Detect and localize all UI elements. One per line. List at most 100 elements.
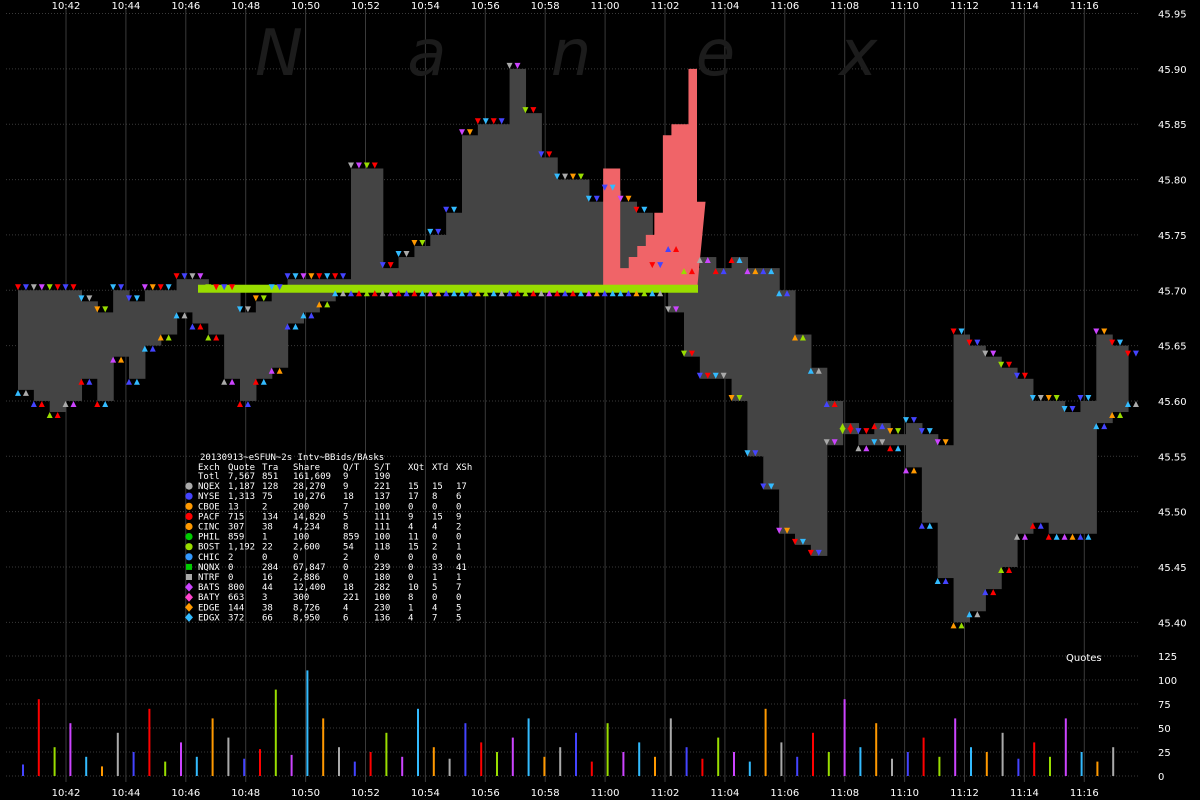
bid-marker — [1021, 533, 1028, 540]
bid-marker — [149, 345, 156, 352]
table-title: 20130913~eSFUN~2s Intv~BBids/BAsks — [200, 453, 384, 463]
spread-band — [144, 290, 162, 346]
spread-band — [1048, 400, 1066, 534]
volume-bar — [1096, 761, 1099, 776]
ask-marker — [1037, 394, 1044, 401]
quotes-tick-label: 50 — [1158, 724, 1171, 735]
x-tick-label: 10:50 — [291, 788, 320, 799]
price-tick-label: 45.60 — [1158, 397, 1187, 408]
x-tick-label: 10:44 — [111, 788, 140, 799]
bid-marker — [86, 378, 93, 385]
ask-marker — [252, 295, 259, 302]
bid-marker — [118, 356, 125, 363]
table-cell: 4 — [343, 603, 348, 613]
quotes-tick-label: 100 — [1158, 676, 1177, 687]
ask-marker — [451, 206, 458, 213]
ask-marker — [340, 273, 347, 280]
spread-band — [779, 290, 796, 534]
ask-marker — [260, 295, 267, 302]
spread-band — [1032, 400, 1050, 523]
table-cell: 7,567 — [228, 472, 255, 482]
table-cell: 111 — [374, 512, 390, 522]
table-cell: 239 — [374, 563, 390, 573]
table-cell: 221 — [343, 593, 359, 603]
spread-band — [557, 179, 574, 291]
price-tick-label: 45.95 — [1158, 10, 1187, 21]
table-cell: 1 — [432, 573, 437, 583]
spread-band — [1017, 378, 1034, 534]
table-cell: 28,270 — [293, 482, 326, 492]
ask-marker — [910, 417, 917, 424]
table-cell: 15 — [408, 543, 419, 553]
spread-band — [795, 334, 812, 545]
table-cell: 5 — [343, 512, 348, 522]
table-cell: 137 — [374, 492, 390, 502]
table-header: XSh — [456, 463, 472, 473]
bid-marker — [165, 334, 172, 341]
ask-marker — [1021, 372, 1028, 379]
table-cell: 200 — [293, 502, 309, 512]
x-tick-label: 11:14 — [1010, 788, 1039, 799]
spread-band — [33, 290, 51, 401]
ask-marker — [38, 284, 45, 291]
spread-band — [1001, 367, 1018, 567]
volume-bar — [369, 752, 372, 776]
volume-bar — [575, 732, 577, 776]
volume-bar — [511, 737, 514, 776]
table-cell: 0 — [432, 502, 437, 512]
spread-band — [224, 290, 241, 379]
x-tick-label: 11:06 — [770, 1, 799, 12]
x-tick-label: 10:52 — [351, 1, 380, 12]
volume-bar — [717, 737, 720, 776]
table-cell: CINC — [198, 523, 220, 533]
volume-bar — [1112, 747, 1115, 776]
spread-band — [588, 201, 606, 291]
bid-marker — [133, 378, 140, 385]
spread-band — [890, 434, 907, 446]
ask-marker — [292, 273, 299, 280]
x-axis-top: 10:42 10:44 10:46 10:48 10:50 10:52 10:54 10:56… — [52, 1, 1099, 12]
volume-bar — [922, 737, 925, 776]
table-cell: 284 — [262, 563, 278, 573]
table-cell: 4 — [408, 613, 413, 623]
table-cell: 859 — [228, 533, 244, 543]
table-cell: 6 — [456, 492, 461, 502]
table-cell: 8,950 — [293, 613, 320, 623]
spread-band — [1112, 345, 1129, 413]
volume-bar — [701, 758, 704, 776]
bid-marker — [990, 589, 997, 596]
table-cell: 8 — [432, 492, 437, 502]
ask-marker — [102, 306, 109, 313]
spread-band — [509, 68, 527, 291]
spread-band — [810, 367, 828, 556]
volume-bar — [85, 756, 88, 776]
table-cell: 663 — [228, 593, 244, 603]
volume-bar — [843, 699, 846, 776]
volume-bar — [1080, 752, 1083, 776]
volume-bar — [132, 752, 135, 776]
ask-marker — [395, 251, 402, 258]
table-cell: 2 — [262, 502, 267, 512]
spread-band — [493, 124, 511, 291]
table-cell: 0 — [293, 553, 298, 563]
table-cell: 14,820 — [293, 512, 326, 522]
table-cell: 0 — [374, 553, 379, 563]
table-cell: 8 — [408, 593, 413, 603]
ask-marker — [1101, 328, 1108, 335]
table-cell: 180 — [374, 573, 390, 583]
table-cell: 10 — [408, 583, 419, 593]
volume-bar — [638, 742, 641, 776]
bid-marker — [1061, 533, 1068, 540]
volume-bar — [685, 747, 688, 776]
x-tick-label: 10:46 — [171, 788, 200, 799]
ask-marker — [498, 118, 505, 125]
exchange-dot — [185, 553, 193, 561]
x-tick-label: 10:52 — [351, 788, 380, 799]
bid-marker — [1132, 400, 1139, 407]
table-cell: 2 — [456, 523, 461, 533]
nanex-quote-chart: N a n e x 10:42 10:44 10:46 10:48 10:50 10:52… — [6, 1, 1187, 799]
volume-bar — [448, 758, 451, 776]
table-cell: 134 — [262, 512, 278, 522]
table-cell: 372 — [228, 613, 244, 623]
volume-bar — [1049, 756, 1051, 776]
